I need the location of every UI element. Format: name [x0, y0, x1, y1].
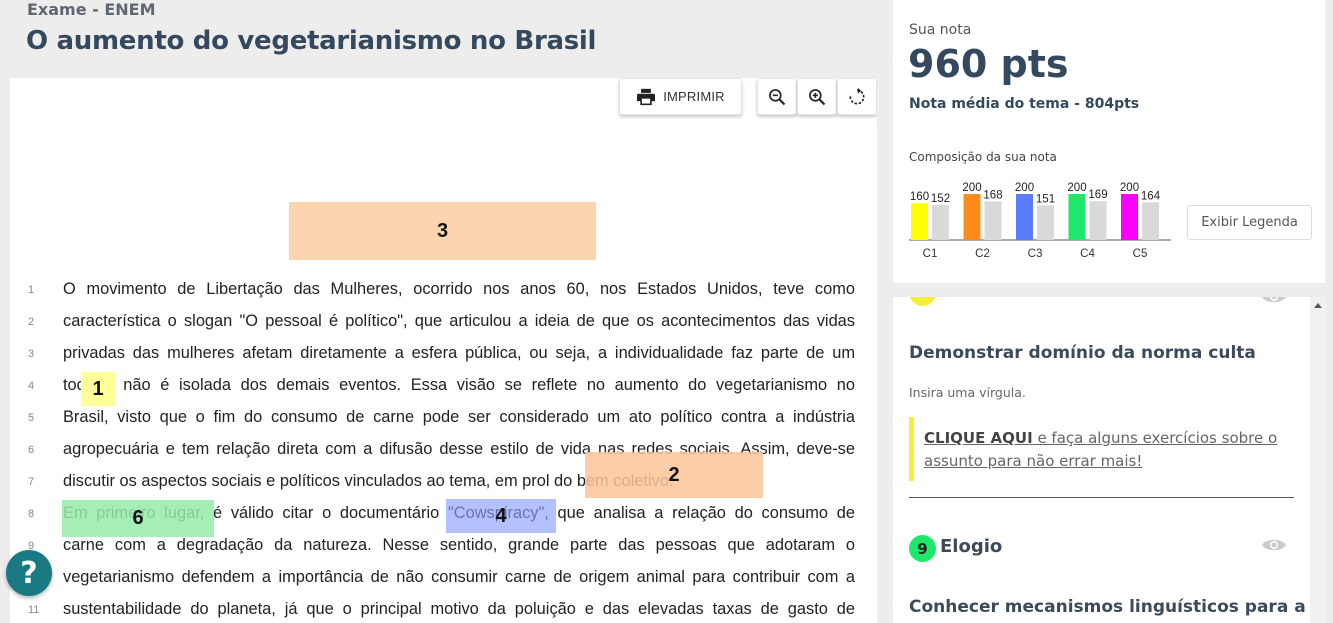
essay-line: 2 característica o slogan "O pessoal é po…	[10, 309, 877, 341]
chart-data-label: 200	[962, 182, 981, 194]
line-text: característica o slogan "O pessoal é pol…	[63, 312, 855, 330]
competency-badge	[909, 297, 936, 306]
chart-tick-label: C2	[975, 248, 990, 260]
chart-data-label: 169	[1088, 189, 1107, 201]
line-text: O movimento de Libertação das Mulheres, …	[63, 280, 855, 298]
essay-document: IMPRIMIR 3 1 O movimento de Libertação d…	[10, 78, 877, 623]
chart-bar	[911, 203, 928, 240]
chart-data-label: 152	[931, 193, 950, 205]
line-number: 4	[28, 380, 35, 392]
rotate-button[interactable]	[837, 78, 877, 115]
chart-bar	[1121, 194, 1138, 240]
essay-line: 1 O movimento de Libertação das Mulheres…	[10, 277, 877, 309]
exam-label: Exame - ENEM	[27, 0, 156, 19]
print-icon	[637, 88, 656, 105]
line-number: 3	[28, 348, 35, 360]
line-text: vegetarianismo defendem a importância de…	[63, 568, 855, 586]
line-number: 5	[28, 412, 35, 424]
score-composition-chart: 160 152C1200168C2200151C3200169C4200164C5	[909, 182, 1171, 260]
page-title: O aumento do vegetarianismo no Brasil	[26, 26, 597, 56]
zoom-in-button[interactable]	[797, 78, 837, 115]
composition-label: Composição da sua nota	[909, 150, 1057, 164]
line-text: privadas das mulheres afetam diretamente…	[63, 344, 855, 362]
marker-number: 4	[495, 504, 507, 527]
chart-data-label: 200	[1015, 182, 1034, 194]
print-button[interactable]: IMPRIMIR	[619, 78, 742, 115]
zoom-in-icon	[809, 88, 826, 105]
chart-bar	[1142, 202, 1159, 240]
line-number: 11	[28, 604, 40, 616]
chart-tick-label: C4	[1080, 248, 1095, 260]
competency-9-badge: 9	[909, 535, 936, 562]
essay-line: 11 sustentabilidade do planeta, já que o …	[10, 597, 877, 623]
line-number: 2	[28, 316, 35, 328]
chart-tick-label: C1	[923, 248, 938, 260]
line-text: carne com a degradação da natureza. Ness…	[63, 536, 855, 554]
competency-hint: Insira uma vírgula.	[909, 385, 1026, 400]
competency-9-subtitle: Conhecer mecanismos linguísticos para a	[909, 597, 1306, 617]
eye-icon[interactable]	[1261, 297, 1287, 305]
scrollbar[interactable]	[1310, 297, 1326, 623]
competency-panel: Demonstrar domínio da norma culta Insira…	[893, 297, 1310, 623]
essay-line: 3 privadas das mulheres afetam diretament…	[10, 341, 877, 373]
marker-number: 1	[92, 377, 104, 400]
score-value: 960 pts	[908, 42, 1069, 86]
exercise-callout: CLIQUE AQUI e faça alguns exercícios sob…	[909, 417, 1294, 481]
marker-number: 2	[668, 463, 680, 486]
correction-marker-6[interactable]: 6	[62, 500, 214, 537]
essay-line: 4 todo e não é isolada dos demais eventos…	[10, 373, 877, 405]
marker-number: 6	[132, 507, 144, 529]
chart-data-label: 200	[1067, 182, 1086, 194]
correction-marker-4[interactable]: 4	[446, 499, 556, 533]
print-label: IMPRIMIR	[663, 89, 725, 104]
chart-bar	[1037, 205, 1054, 240]
essay-line: 9 carne com a degradação da natureza. Nes…	[10, 533, 877, 565]
line-text: todo e não é isolada dos demais eventos.…	[63, 376, 855, 394]
chart-bar	[1068, 194, 1086, 240]
chart-tick-label: C3	[1028, 248, 1043, 260]
essay-line: 10vegetarianismo defendem a importância …	[10, 565, 877, 597]
correction-marker-2[interactable]: 2	[585, 452, 763, 498]
divider	[909, 497, 1294, 498]
chart-tick-label: C5	[1133, 248, 1148, 260]
chart-bar	[984, 201, 1002, 240]
correction-marker-3[interactable]: 3	[289, 202, 596, 260]
line-text: Brasil, visto que o fim do consumo de ca…	[63, 408, 855, 426]
chart-data-label: 164	[1141, 190, 1161, 202]
chart-data-label: 160	[910, 191, 929, 203]
score-label: Sua nota	[909, 22, 972, 38]
question-icon: ?	[20, 555, 38, 591]
chart-data-label: 168	[983, 189, 1002, 201]
help-button[interactable]: ?	[6, 550, 52, 596]
chart-bar	[1089, 201, 1107, 240]
competency-9-title: Elogio	[940, 536, 1003, 557]
average-score: Nota média do tema - 804pts	[909, 96, 1140, 112]
chart-data-label: 200	[1120, 182, 1139, 194]
zoom-out-button[interactable]	[757, 78, 797, 115]
exercise-link[interactable]: CLIQUE AQUI e faça alguns exercícios sob…	[924, 427, 1284, 473]
marker-number: 3	[436, 219, 449, 242]
chart-bar	[1016, 194, 1033, 240]
zoom-out-icon	[769, 88, 786, 105]
line-number: 8	[28, 508, 35, 520]
show-legend-button[interactable]: Exibir Legenda	[1187, 205, 1312, 240]
chart-data-label: 151	[1036, 193, 1055, 205]
scroll-up-arrow-icon[interactable]	[1314, 303, 1322, 308]
essay-line: 5 Brasil, visto que o fim do consumo de c…	[10, 405, 877, 437]
chart-bar	[963, 194, 981, 240]
correction-marker-1[interactable]: 1	[81, 372, 115, 406]
chart-bar	[932, 205, 949, 240]
line-number: 6	[28, 444, 35, 456]
score-card: Sua nota 960 pts Nota média do tema - 80…	[893, 0, 1325, 283]
line-text: sustentabilidade do planeta, já que o pr…	[63, 600, 855, 618]
line-number: 1	[28, 284, 35, 296]
click-here-label: CLIQUE AQUI	[924, 429, 1033, 447]
rotate-icon	[849, 87, 865, 104]
competency-title: Demonstrar domínio da norma culta	[909, 343, 1256, 363]
eye-icon[interactable]	[1261, 537, 1287, 553]
line-number: 7	[28, 476, 35, 488]
